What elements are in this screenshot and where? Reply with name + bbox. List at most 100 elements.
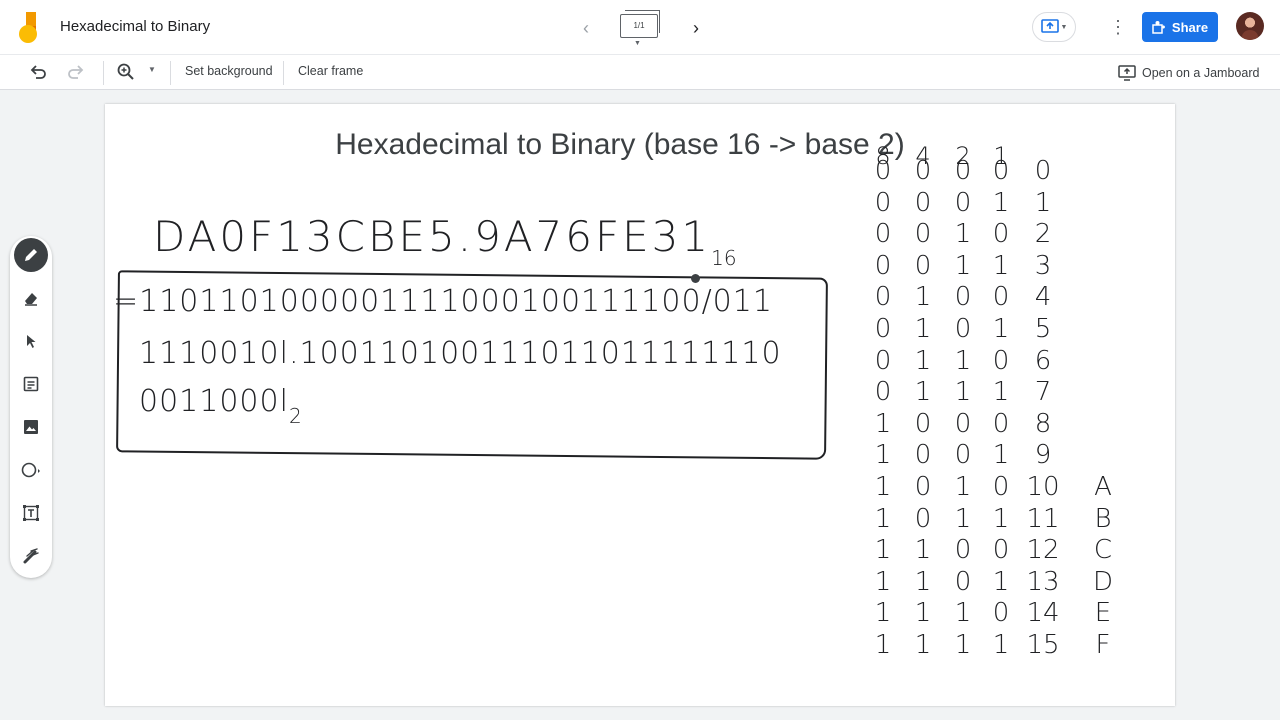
table-cell: 0 bbox=[954, 314, 972, 344]
toolbar-divider bbox=[170, 61, 171, 85]
pen-tool[interactable] bbox=[14, 238, 48, 272]
image-tool[interactable] bbox=[14, 410, 48, 444]
table-cell: 1 bbox=[1034, 187, 1052, 218]
table-cell: 1 bbox=[874, 566, 892, 597]
table-cell: 4 bbox=[1034, 282, 1052, 313]
table-cell: 1 bbox=[874, 598, 892, 629]
table-cell: 0 bbox=[914, 187, 932, 218]
sticky-note-icon bbox=[23, 376, 39, 392]
present-button[interactable]: ▼ bbox=[1032, 12, 1076, 42]
open-jamboard-icon bbox=[1118, 65, 1136, 81]
table-cell: 6 bbox=[1034, 345, 1052, 376]
table-cell: 0 bbox=[874, 314, 892, 344]
sticky-note-tool[interactable] bbox=[14, 367, 48, 401]
circle-icon bbox=[21, 462, 40, 478]
table-cell: 0 bbox=[992, 408, 1010, 439]
binary-base-subscript: 2 bbox=[288, 404, 302, 428]
table-cell: 3 bbox=[1034, 250, 1052, 281]
clear-frame-button[interactable]: Clear frame bbox=[298, 64, 363, 78]
share-label: Share bbox=[1171, 19, 1209, 35]
table-cell: 1 bbox=[954, 503, 972, 534]
shape-tool[interactable] bbox=[14, 453, 48, 487]
image-icon bbox=[24, 420, 38, 434]
table-cell: 1 bbox=[954, 630, 972, 660]
jam-canvas[interactable]: Hexadecimal to Binary (base 16 -> base 2… bbox=[105, 104, 1175, 706]
chevron-right-icon[interactable]: › bbox=[684, 16, 708, 40]
table-cell: 10 bbox=[1026, 472, 1060, 502]
avatar[interactable] bbox=[1236, 12, 1264, 40]
eraser-icon bbox=[25, 293, 37, 306]
caret-down-icon: ▼ bbox=[1060, 23, 1068, 31]
set-background-button[interactable]: Set background bbox=[185, 64, 273, 78]
table-cell: 1 bbox=[874, 440, 892, 471]
table-cell: 0 bbox=[874, 377, 892, 408]
table-cell: 1 bbox=[954, 219, 972, 250]
table-cell: 12 bbox=[1026, 535, 1060, 566]
table-cell: 5 bbox=[1034, 314, 1052, 344]
document-title[interactable]: Hexadecimal to Binary bbox=[60, 18, 210, 35]
table-cell: 0 bbox=[1034, 156, 1052, 186]
table-cell: 0 bbox=[954, 187, 972, 218]
chevron-down-icon[interactable]: ▼ bbox=[634, 40, 641, 47]
more-vert-icon[interactable]: ⋮ bbox=[1106, 14, 1130, 40]
table-cell: 0 bbox=[914, 156, 932, 186]
hex-number[interactable]: DA0F13CBE5.9A76FE3116 bbox=[153, 212, 737, 270]
toolbar-divider bbox=[283, 61, 284, 85]
table-cell: 8 bbox=[1034, 408, 1052, 439]
table-cell: 1 bbox=[992, 250, 1010, 281]
table-cell: 1 bbox=[914, 535, 932, 566]
table-cell: 0 bbox=[992, 282, 1010, 313]
share-people-icon bbox=[1152, 21, 1165, 34]
table-cell: 1 bbox=[874, 472, 892, 502]
laser-icon bbox=[23, 548, 39, 564]
table-cell: D bbox=[1092, 566, 1114, 597]
table-cell: 1 bbox=[914, 377, 932, 408]
binary-line-2[interactable]: 1110010l.100110100111011011111110 bbox=[139, 336, 782, 371]
binary-line-1[interactable]: =1101101000001111000100111100/011 bbox=[113, 284, 773, 319]
table-cell: 0 bbox=[954, 282, 972, 313]
chevron-left-icon[interactable]: ‹ bbox=[574, 16, 598, 40]
select-tool[interactable] bbox=[14, 324, 48, 358]
text-box-tool[interactable] bbox=[14, 496, 48, 530]
jamboard-logo-icon[interactable] bbox=[18, 12, 42, 44]
table-cell: 0 bbox=[992, 598, 1010, 629]
table-cell: 0 bbox=[914, 250, 932, 281]
table-cell: 1 bbox=[874, 408, 892, 439]
eraser-tool[interactable] bbox=[14, 281, 48, 315]
table-cell: 0 bbox=[874, 345, 892, 376]
binary-line-3-value: 0011000l bbox=[139, 384, 289, 419]
table-cell: 1 bbox=[874, 535, 892, 566]
table-cell: 1 bbox=[914, 345, 932, 376]
table-cell: 1 bbox=[954, 472, 972, 502]
table-cell: 11 bbox=[1026, 503, 1060, 534]
frame-counter[interactable]: 1/1 bbox=[620, 10, 660, 38]
table-cell: 0 bbox=[874, 282, 892, 313]
table-cell: 0 bbox=[992, 219, 1010, 250]
table-cell: 1 bbox=[874, 503, 892, 534]
tool-palette bbox=[10, 236, 52, 578]
table-cell: 7 bbox=[1034, 377, 1052, 408]
table-cell: 0 bbox=[954, 535, 972, 566]
table-cell: 0 bbox=[874, 219, 892, 250]
select-icon bbox=[27, 335, 36, 348]
table-cell: 1 bbox=[992, 377, 1010, 408]
redo-icon[interactable] bbox=[66, 62, 86, 82]
table-cell: 0 bbox=[992, 472, 1010, 502]
zoom-caret-icon[interactable]: ▼ bbox=[148, 65, 156, 74]
table-cell: 1 bbox=[954, 345, 972, 376]
present-icon bbox=[1040, 19, 1059, 33]
table-cell: 2 bbox=[1034, 219, 1052, 250]
undo-icon[interactable] bbox=[28, 62, 48, 82]
table-cell: 0 bbox=[954, 566, 972, 597]
table-cell: 1 bbox=[914, 282, 932, 313]
zoom-icon[interactable] bbox=[116, 62, 136, 82]
laser-tool[interactable] bbox=[14, 539, 48, 573]
binary-line-3[interactable]: 0011000l2 bbox=[139, 384, 302, 428]
table-cell: 1 bbox=[954, 250, 972, 281]
table-cell: 0 bbox=[992, 345, 1010, 376]
share-button[interactable]: Share bbox=[1142, 12, 1218, 42]
pen-icon bbox=[25, 249, 37, 261]
table-cell: 0 bbox=[914, 503, 932, 534]
table-cell: 0 bbox=[914, 472, 932, 502]
open-on-jamboard-button[interactable]: Open on a Jamboard bbox=[1118, 62, 1259, 84]
